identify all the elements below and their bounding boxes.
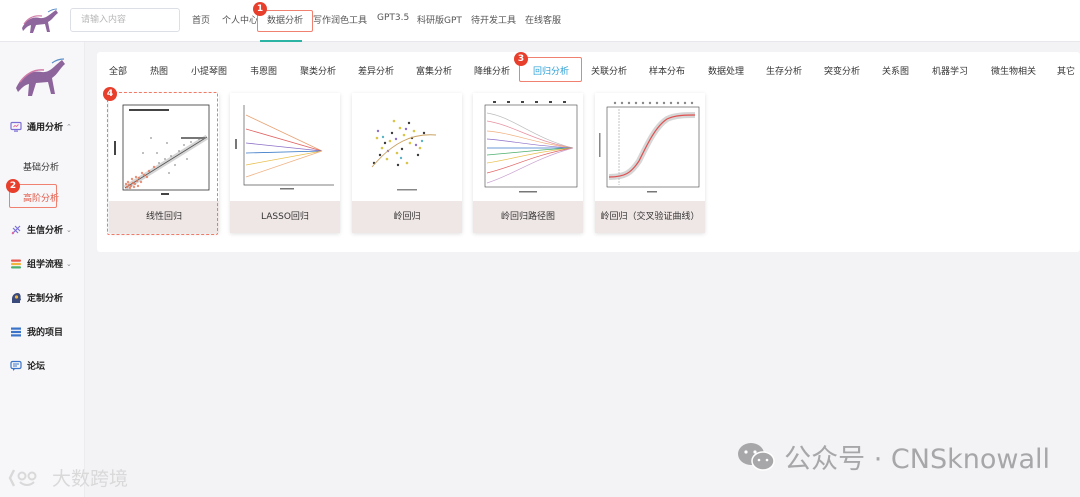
tab-mutation[interactable]: 突变分析 [824,64,860,77]
card-label: 岭回归路径图 [473,201,583,233]
horse-logo-icon[interactable] [12,54,70,102]
nav-dev-tools[interactable]: 待开发工具 [471,13,516,26]
monitor-icon [10,121,22,132]
sidebar-sub-basic-analysis[interactable]: 基础分析 [23,160,59,173]
card-ridge-regression[interactable]: 岭回归 [352,93,462,233]
dna-icon [11,225,21,234]
sidebar-item-omics-pipeline[interactable]: 组学流程 ⌄ [10,257,72,270]
tab-data-processing[interactable]: 数据处理 [708,64,744,77]
annotation-box-3 [519,57,582,82]
tab-other[interactable]: 其它 [1057,64,1075,77]
watermark-brand: 大数跨境 [8,464,128,491]
card-label: LASSO回归 [230,201,340,233]
tab-association[interactable]: 关联分析 [591,64,627,77]
tab-differential[interactable]: 差异分析 [358,64,394,77]
sidebar-item-my-projects[interactable]: 我的项目 [10,325,63,338]
sidebar-item-label: 论坛 [27,362,46,372]
tab-all[interactable]: 全部 [109,64,127,77]
annotation-marker-3: 3 [514,52,528,66]
sidebar-item-label: 通用分析 [27,123,64,133]
brand-logo-icon [8,468,37,487]
tab-dim-reduction[interactable]: 降维分析 [474,64,510,77]
nav-research-gpt[interactable]: 科研版GPT [417,13,462,26]
tab-clustering[interactable]: 聚类分析 [300,64,336,77]
tab-venn[interactable]: 韦恩图 [250,64,277,77]
tab-relation-graph[interactable]: 关系图 [882,64,909,77]
sidebar-item-label: 我的项目 [27,328,64,338]
tab-heatmap[interactable]: 热图 [150,64,168,77]
sidebar-item-forum[interactable]: 论坛 [10,359,45,372]
tab-violin[interactable]: 小提琴图 [191,64,227,77]
tab-microbiome[interactable]: 微生物相关 [991,64,1036,77]
nav-active-underline [260,40,302,42]
chat-icon [10,360,22,371]
sidebar-item-bioinfo-analysis[interactable]: 生信分析 ⌄ [10,223,72,236]
list-icon [11,327,21,336]
ridge-cv-curve-thumbnail [595,93,705,201]
head-gear-icon [12,292,21,303]
card-label: 岭回归 [352,201,462,233]
watermark-text: 公众号 · CNSknowall [784,444,1050,475]
nav-gpt35[interactable]: GPT3.5 [377,13,409,23]
annotation-marker-2: 2 [6,179,20,193]
sidebar-item-label: 定制分析 [27,294,64,304]
card-ridge-path[interactable]: 岭回归路径图 [473,93,583,233]
nav-personal-center[interactable]: 个人中心 [222,13,258,26]
watermark-wechat: 公众号 · CNSknowall [736,437,1050,476]
chevron-up-icon: ⌃ [66,122,72,131]
annotation-marker-1: 1 [253,2,267,16]
sidebar-item-label: 组学流程 [27,260,64,270]
tab-enrichment[interactable]: 富集分析 [416,64,452,77]
annotation-box-4 [107,92,218,235]
ridge-path-thumbnail [473,93,583,201]
nav-writing-tool[interactable]: 写作润色工具 [313,13,367,26]
card-lasso-regression[interactable]: LASSO回归 [230,93,340,233]
ridge-regression-thumbnail [352,93,462,201]
nav-online-service[interactable]: 在线客服 [525,13,561,26]
sidebar-item-custom-analysis[interactable]: 定制分析 [10,291,63,304]
category-tabs: 全部 热图 小提琴图 韦恩图 聚类分析 差异分析 富集分析 降维分析 回归分析 … [97,52,1080,86]
tab-survival[interactable]: 生存分析 [766,64,802,77]
card-label: 岭回归（交叉验证曲线） [595,201,705,233]
tab-sample-distribution[interactable]: 样本分布 [649,64,685,77]
tab-machine-learning[interactable]: 机器学习 [932,64,968,77]
lasso-regression-thumbnail [230,93,340,201]
wechat-icon [738,442,775,471]
nav-home[interactable]: 首页 [192,13,210,26]
annotation-marker-4: 4 [103,87,117,101]
sidebar-item-general-analysis[interactable]: 通用分析 ⌃ [10,120,72,133]
horse-logo-icon[interactable] [18,6,62,36]
sidebar-item-label: 生信分析 [27,226,64,236]
search-input[interactable] [70,8,180,32]
chevron-down-icon: ⌄ [66,259,72,268]
card-ridge-cv-curve[interactable]: 岭回归（交叉验证曲线） [595,93,705,233]
chevron-down-icon: ⌄ [66,225,72,234]
top-bar: 首页 个人中心 数据分析 写作润色工具 GPT3.5 科研版GPT 待开发工具 … [0,0,1080,42]
watermark-text: 大数跨境 [52,468,129,490]
layers-icon [11,259,21,268]
